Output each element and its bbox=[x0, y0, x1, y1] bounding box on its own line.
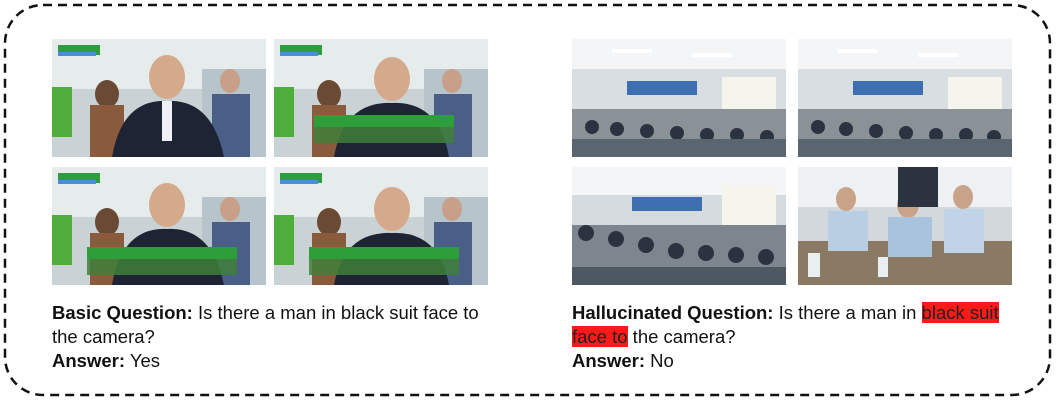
meeting-photo-1 bbox=[572, 39, 786, 157]
hallucinated-question-before: Is there a man in bbox=[778, 302, 922, 323]
basic-question: Basic Question: Is there a man in black … bbox=[52, 301, 492, 349]
hallucinated-question-caption: Hallucinated Question: Is there a man in… bbox=[572, 301, 1017, 373]
hallucinated-question: Hallucinated Question: Is there a man in… bbox=[572, 301, 1017, 349]
basic-question-panel: Basic Question: Is there a man in black … bbox=[52, 39, 492, 371]
news-frame-4 bbox=[274, 167, 488, 285]
hallucinated-question-after: the camera? bbox=[627, 326, 736, 347]
basic-answer-text: Yes bbox=[129, 350, 160, 371]
meeting-photo-2 bbox=[798, 39, 1012, 157]
hallucinated-question-label: Hallucinated Question: bbox=[572, 302, 774, 323]
meeting-photo-3 bbox=[572, 167, 786, 285]
basic-answer-label: Answer: bbox=[52, 350, 125, 371]
news-frame-grid bbox=[52, 39, 492, 285]
hallucinated-answer-label: Answer: bbox=[572, 350, 645, 371]
meeting-photo-grid bbox=[572, 39, 1017, 285]
hallucinated-answer-text: No bbox=[650, 350, 674, 371]
meeting-photo-4 bbox=[798, 167, 1012, 285]
basic-question-label: Basic Question: bbox=[52, 302, 193, 323]
basic-question-caption: Basic Question: Is there a man in black … bbox=[52, 301, 492, 373]
news-frame-1 bbox=[52, 39, 266, 157]
hallucinated-answer: Answer: No bbox=[572, 349, 1017, 373]
news-frame-3 bbox=[52, 167, 266, 285]
news-frame-2 bbox=[274, 39, 488, 157]
hallucinated-question-panel: Hallucinated Question: Is there a man in… bbox=[572, 39, 1017, 371]
basic-answer: Answer: Yes bbox=[52, 349, 492, 373]
